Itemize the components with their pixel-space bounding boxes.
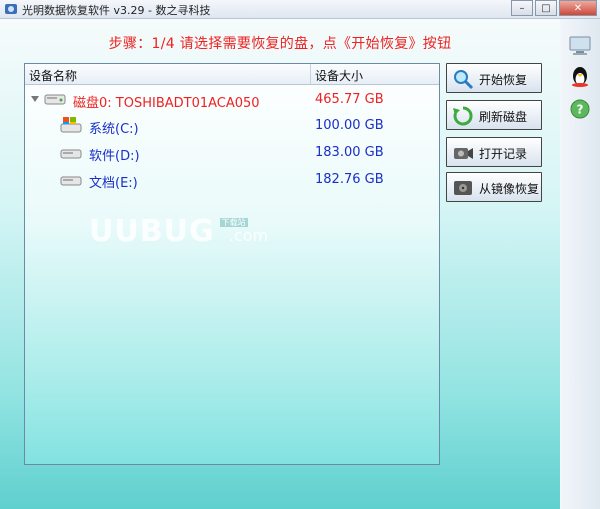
qq-penguin-icon[interactable] xyxy=(566,65,594,89)
open-record-label: 打开记录 xyxy=(479,147,528,161)
help-icon[interactable]: ? xyxy=(566,97,594,121)
main-area: 步骤：1/4 请选择需要恢复的盘，点《开始恢复》按钮 设备名称 设备大小 磁盘0… xyxy=(0,19,561,509)
system-drive-icon xyxy=(60,117,82,133)
partition-size: 182.76 GB xyxy=(315,172,384,187)
restore-from-image-label: 从镜像恢复 xyxy=(479,182,540,196)
step-instruction: 步骤：1/4 请选择需要恢复的盘，点《开始恢复》按钮 xyxy=(108,36,452,52)
header-device-size[interactable]: 设备大小 xyxy=(315,67,363,84)
watermark-suffix: .com xyxy=(228,226,269,245)
svg-text:?: ? xyxy=(577,103,584,117)
device-name: 磁盘0: TOSHIBADT01ACA050 xyxy=(73,96,260,111)
partition-name: 文档(E:) xyxy=(89,176,138,191)
computer-icon[interactable] xyxy=(566,33,594,57)
list-item[interactable]: 软件(D:) 183.00 GB xyxy=(25,141,439,167)
watermark: UUBUG 下载站 .com xyxy=(89,214,268,249)
expand-triangle-icon[interactable] xyxy=(31,96,39,102)
maximize-button[interactable]: □ xyxy=(535,0,557,16)
app-logo-icon xyxy=(5,4,17,14)
drive-icon xyxy=(60,176,82,186)
status-bar xyxy=(0,493,560,509)
hard-disk-icon xyxy=(44,94,66,105)
drive-icon xyxy=(60,149,82,159)
start-recovery-button[interactable]: 开始恢复 xyxy=(446,63,542,93)
refresh-icon xyxy=(453,106,473,126)
list-item[interactable]: 磁盘0: TOSHIBADT01ACA050 465.77 GB xyxy=(25,88,439,114)
watermark-tag: 下载站 xyxy=(219,218,248,227)
list-item[interactable]: 文档(E:) 182.76 GB xyxy=(25,168,439,194)
disk-image-icon xyxy=(454,181,472,195)
watermark-main: UUBUG xyxy=(89,214,215,249)
window-title: 光明数据恢复软件 v3.29 - 数之寻科技 xyxy=(22,4,211,17)
list-header: 设备名称 设备大小 xyxy=(25,64,439,85)
title-bar[interactable]: 光明数据恢复软件 v3.29 - 数之寻科技 – □ ✕ xyxy=(0,0,600,19)
device-size: 465.77 GB xyxy=(315,92,384,107)
header-device-name[interactable]: 设备名称 xyxy=(29,67,77,84)
side-toolbar: ? xyxy=(560,19,600,509)
minimize-button[interactable]: – xyxy=(511,0,533,16)
device-list[interactable]: 设备名称 设备大小 磁盘0: TOSHIBADT01ACA050 465.77 … xyxy=(24,63,440,465)
refresh-disks-button[interactable]: 刷新磁盘 xyxy=(446,100,542,130)
refresh-disks-label: 刷新磁盘 xyxy=(479,110,528,124)
partition-name: 软件(D:) xyxy=(89,149,140,164)
partition-size: 183.00 GB xyxy=(315,145,384,160)
close-button[interactable]: ✕ xyxy=(559,0,597,16)
column-separator[interactable] xyxy=(310,64,311,84)
partition-name: 系统(C:) xyxy=(89,122,139,137)
magnifier-icon xyxy=(454,70,474,90)
open-record-button[interactable]: 打开记录 xyxy=(446,137,542,167)
partition-size: 100.00 GB xyxy=(315,118,384,133)
app-window: 光明数据恢复软件 v3.29 - 数之寻科技 – □ ✕ 步骤：1/4 请选择需… xyxy=(0,0,600,509)
list-item[interactable]: 系统(C:) 100.00 GB xyxy=(25,114,439,140)
camera-icon xyxy=(454,148,473,159)
start-recovery-label: 开始恢复 xyxy=(479,73,528,87)
restore-from-image-button[interactable]: 从镜像恢复 xyxy=(446,172,542,202)
